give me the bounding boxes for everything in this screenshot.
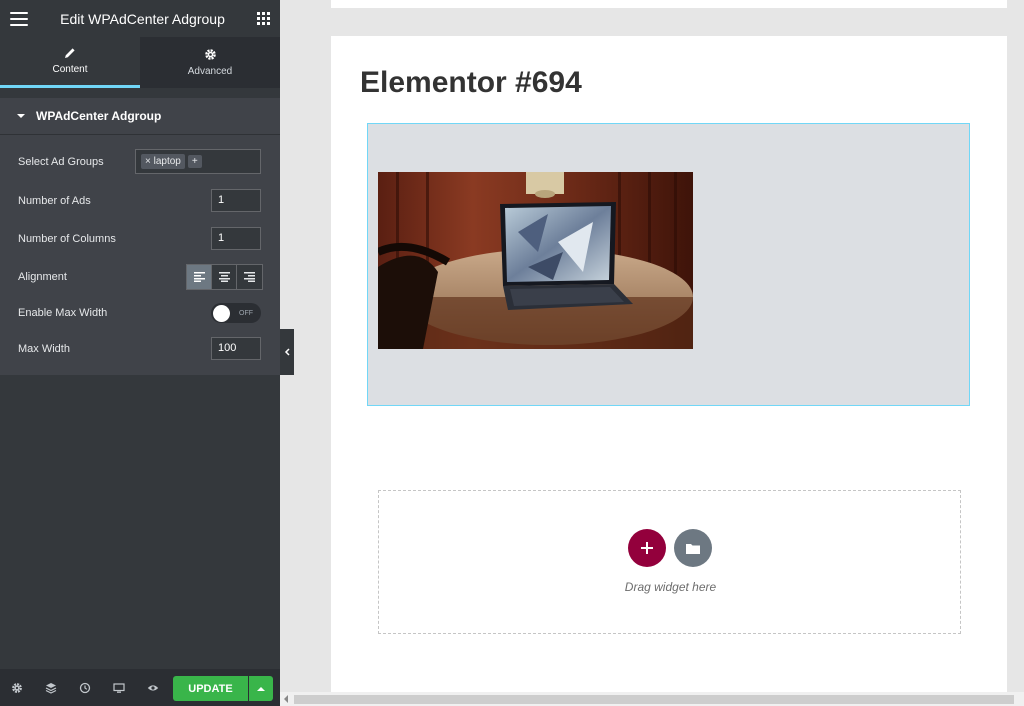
tag-chip[interactable]: × laptop — [141, 154, 185, 169]
drop-zone[interactable]: Drag widget here — [378, 490, 961, 634]
widgets-grid-icon[interactable] — [257, 12, 270, 25]
panel-header: Edit WPAdCenter Adgroup — [0, 0, 280, 37]
scrollbar-thumb[interactable] — [294, 695, 1014, 704]
preview-button[interactable] — [136, 669, 170, 706]
align-right-button[interactable] — [237, 265, 262, 289]
add-tag-button[interactable]: + — [187, 155, 202, 168]
ad-groups-label: Select Ad Groups — [18, 155, 104, 168]
toggle-knob — [213, 304, 230, 322]
previous-section — [331, 0, 1007, 8]
ad-image[interactable] — [378, 172, 693, 349]
plus-icon — [641, 542, 653, 554]
add-template-button[interactable] — [674, 529, 712, 567]
chevron-left-icon — [284, 348, 290, 356]
align-center-button[interactable] — [212, 265, 237, 289]
editor-panel: Edit WPAdCenter Adgroup Content Advanced… — [0, 0, 280, 706]
section-title: WPAdCenter Adgroup — [36, 109, 162, 123]
section-header[interactable]: WPAdCenter Adgroup — [0, 98, 280, 135]
number-of-columns-input[interactable]: 1 — [211, 227, 261, 250]
eye-icon — [147, 684, 159, 691]
panel-footer: UPDATE — [0, 669, 280, 706]
align-left-button[interactable] — [187, 265, 212, 289]
tab-content[interactable]: Content — [0, 37, 140, 88]
add-section-button[interactable] — [628, 529, 666, 567]
update-button[interactable]: UPDATE — [173, 676, 248, 701]
responsive-button[interactable] — [102, 669, 136, 706]
control-ad-groups: Select Ad Groups × laptop + — [0, 149, 280, 174]
control-number-of-columns: Number of Columns 1 — [0, 227, 280, 250]
number-of-columns-label: Number of Columns — [18, 232, 116, 245]
adgroup-widget[interactable] — [367, 123, 970, 406]
update-options-button[interactable] — [249, 676, 273, 701]
max-width-input[interactable]: 100 — [211, 337, 261, 360]
control-alignment: Alignment — [0, 264, 280, 290]
number-of-ads-label: Number of Ads — [18, 194, 91, 207]
drag-widget-hint: Drag widget here — [624, 580, 717, 594]
laptop-ad-image — [378, 172, 693, 349]
history-icon — [79, 682, 91, 693]
caret-up-icon — [257, 686, 265, 691]
scroll-left-icon[interactable] — [284, 695, 288, 703]
page-title: Elementor #694 — [360, 66, 582, 99]
tag-label: laptop — [153, 156, 181, 167]
align-center-icon — [218, 272, 230, 282]
align-right-icon — [244, 272, 255, 282]
control-number-of-ads: Number of Ads 1 — [0, 189, 280, 212]
caret-down-icon — [17, 114, 25, 118]
alignment-label: Alignment — [18, 271, 67, 283]
tab-advanced-label: Advanced — [187, 66, 233, 77]
enable-max-width-label: Enable Max Width — [18, 307, 108, 319]
control-max-width: Max Width 100 — [0, 337, 280, 360]
enable-max-width-toggle[interactable]: OFF — [211, 303, 261, 323]
panel-tabs: Content Advanced — [0, 37, 280, 88]
layers-icon — [45, 682, 57, 694]
number-of-ads-input[interactable]: 1 — [211, 189, 261, 212]
folder-icon — [686, 543, 700, 554]
horizontal-scrollbar[interactable] — [280, 692, 1024, 706]
ad-groups-select[interactable]: × laptop + — [135, 149, 261, 174]
collapse-panel-button[interactable] — [280, 329, 294, 375]
preview-page: Elementor #694 Drag widget here — [331, 36, 1007, 696]
pencil-icon — [65, 48, 75, 58]
settings-button[interactable] — [0, 669, 34, 706]
desktop-icon — [113, 682, 125, 693]
gear-icon — [204, 49, 216, 60]
alignment-choices — [186, 264, 263, 290]
tab-content-label: Content — [52, 64, 88, 75]
panel-title: Edit WPAdCenter Adgroup — [60, 10, 225, 27]
history-button[interactable] — [68, 669, 102, 706]
navigator-button[interactable] — [34, 669, 68, 706]
control-enable-max-width: Enable Max Width OFF — [0, 303, 280, 323]
menu-icon[interactable] — [10, 11, 28, 26]
max-width-label: Max Width — [18, 342, 70, 355]
toggle-state: OFF — [239, 309, 253, 317]
align-left-icon — [193, 272, 205, 282]
settings-icon — [12, 682, 22, 693]
tab-advanced[interactable]: Advanced — [140, 37, 280, 88]
